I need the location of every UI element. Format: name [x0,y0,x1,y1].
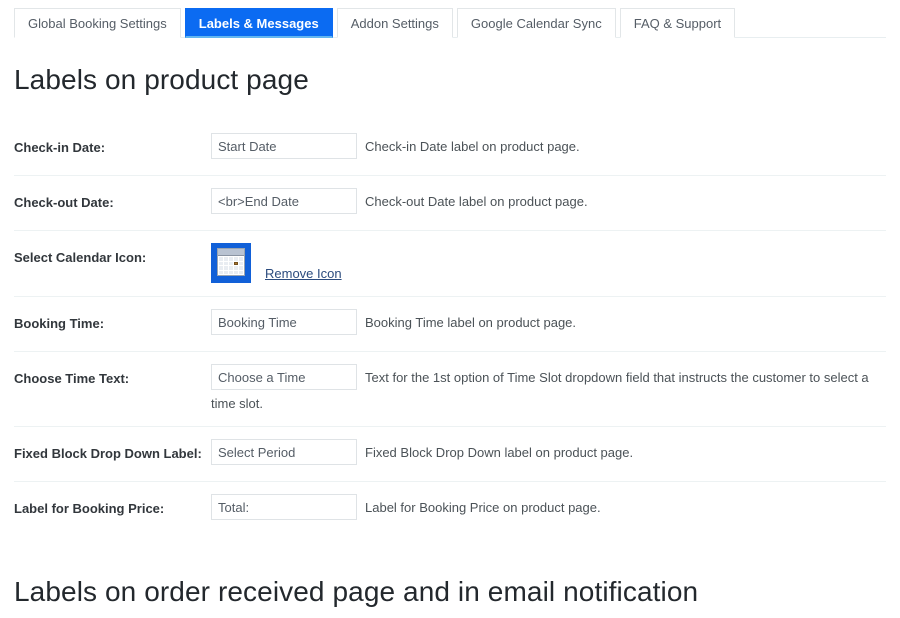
tab-faq-and-support[interactable]: FAQ & Support [619,8,736,38]
calendar-icon-cell [239,261,243,265]
table-row-checkout-date: Check-out Date: Check-out Date label on … [0,175,900,230]
booking-time-label: Booking Time: [14,316,105,331]
booking-price-description: Label for Booking Price on product page. [365,500,601,515]
page-title-order-received: Labels on order received page and in ema… [14,576,699,607]
page-title-product-page: Labels on product page [14,64,309,95]
fixed-block-dropdown-label: Fixed Block Drop Down Label: [14,446,202,461]
choose-time-text-description-continued: time slot. [211,396,264,411]
calendar-icon-cell [229,270,233,274]
table-row-fixed-block-dropdown: Fixed Block Drop Down Label: Fixed Block… [0,426,900,481]
choose-time-text-input[interactable] [211,364,357,390]
checkin-date-input[interactable] [211,133,357,159]
booking-time-description: Booking Time label on product page. [365,315,577,330]
calendar-icon-cell [234,266,238,270]
calendar-icon-cell [229,266,233,270]
calendar-icon[interactable] [211,243,251,283]
checkin-date-label: Check-in Date: [14,140,106,155]
calendar-icon-cell [224,257,228,261]
calendar-icon-cell-highlighted [234,261,238,265]
fixed-block-dropdown-input[interactable] [211,439,357,465]
tab-addon-settings[interactable]: Addon Settings [336,8,453,38]
calendar-icon-header [218,249,244,256]
table-row-calendar-icon: Select Calendar Icon: Remove Icon [0,230,900,296]
calendar-icon-cell [234,270,238,274]
settings-tab-bar: Global Booking Settings Labels & Message… [0,0,900,38]
booking-price-input[interactable] [211,494,357,520]
tab-google-calendar-sync[interactable]: Google Calendar Sync [456,8,616,38]
calendar-icon-cell [224,270,228,274]
calendar-icon-cell [229,261,233,265]
tab-global-booking-settings[interactable]: Global Booking Settings [14,8,181,38]
booking-time-input[interactable] [211,309,357,335]
select-calendar-icon-label: Select Calendar Icon: [14,250,147,265]
checkout-date-label: Check-out Date: [14,195,114,210]
calendar-icon-cell [219,266,223,270]
fixed-block-dropdown-description: Fixed Block Drop Down label on product p… [365,445,634,460]
booking-price-label: Label for Booking Price: [14,501,165,516]
remove-icon-link[interactable]: Remove Icon [265,266,342,281]
tab-labels-and-messages[interactable]: Labels & Messages [184,8,333,38]
calendar-icon-cell [219,261,223,265]
calendar-icon-cell [224,261,228,265]
calendar-icon-cell [224,266,228,270]
calendar-icon-cell [219,270,223,274]
table-row-choose-time-text: Choose Time Text: Text for the 1st optio… [0,351,900,426]
table-row-booking-price: Label for Booking Price: Label for Booki… [0,481,900,536]
calendar-icon-cell [239,270,243,274]
calendar-icon-cell [234,257,238,261]
checkin-date-description: Check-in Date label on product page. [365,139,580,154]
labels-form-table: Check-in Date: Check-in Date label on pr… [0,120,900,536]
calendar-icon-body [217,248,245,276]
calendar-icon-cell [239,257,243,261]
table-row-checkin-date: Check-in Date: Check-in Date label on pr… [0,120,900,175]
choose-time-text-label: Choose Time Text: [14,371,130,386]
checkout-date-description: Check-out Date label on product page. [365,194,588,209]
table-row-booking-time: Booking Time: Booking Time label on prod… [0,296,900,351]
calendar-icon-cell [219,257,223,261]
calendar-icon-cell [239,266,243,270]
calendar-icon-grid [219,257,243,274]
calendar-icon-cell [229,257,233,261]
checkout-date-input[interactable] [211,188,357,214]
choose-time-text-description: Text for the 1st option of Time Slot dro… [365,370,869,385]
